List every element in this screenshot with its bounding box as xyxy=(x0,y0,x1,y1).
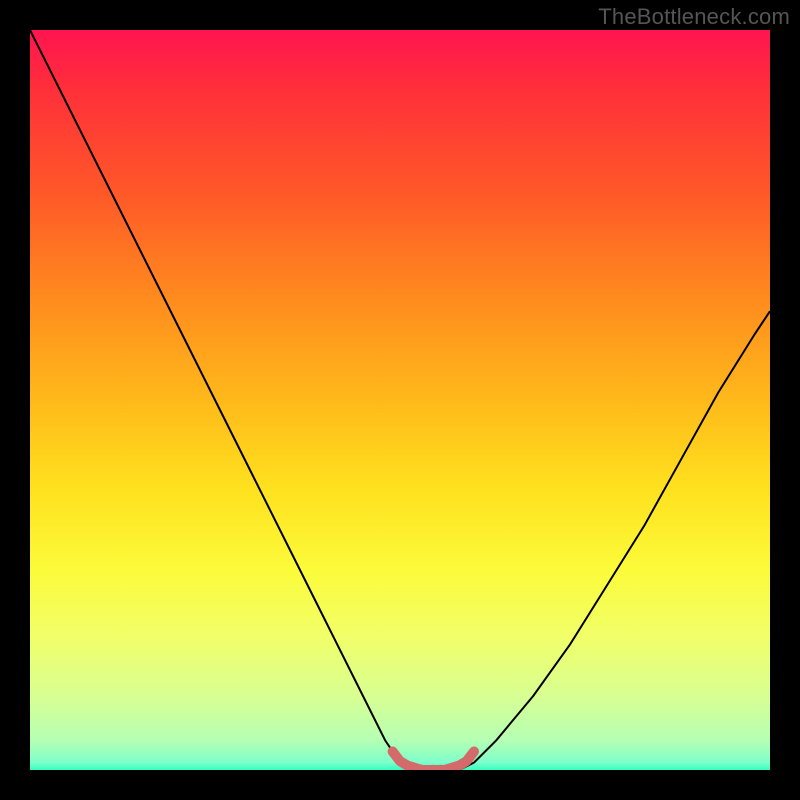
watermark-text: TheBottleneck.com xyxy=(598,4,790,30)
chart-svg xyxy=(30,30,770,770)
bottleneck-curve xyxy=(30,30,770,770)
plot-area xyxy=(30,30,770,770)
chart-frame: TheBottleneck.com xyxy=(0,0,800,800)
optimal-segment xyxy=(393,752,474,771)
